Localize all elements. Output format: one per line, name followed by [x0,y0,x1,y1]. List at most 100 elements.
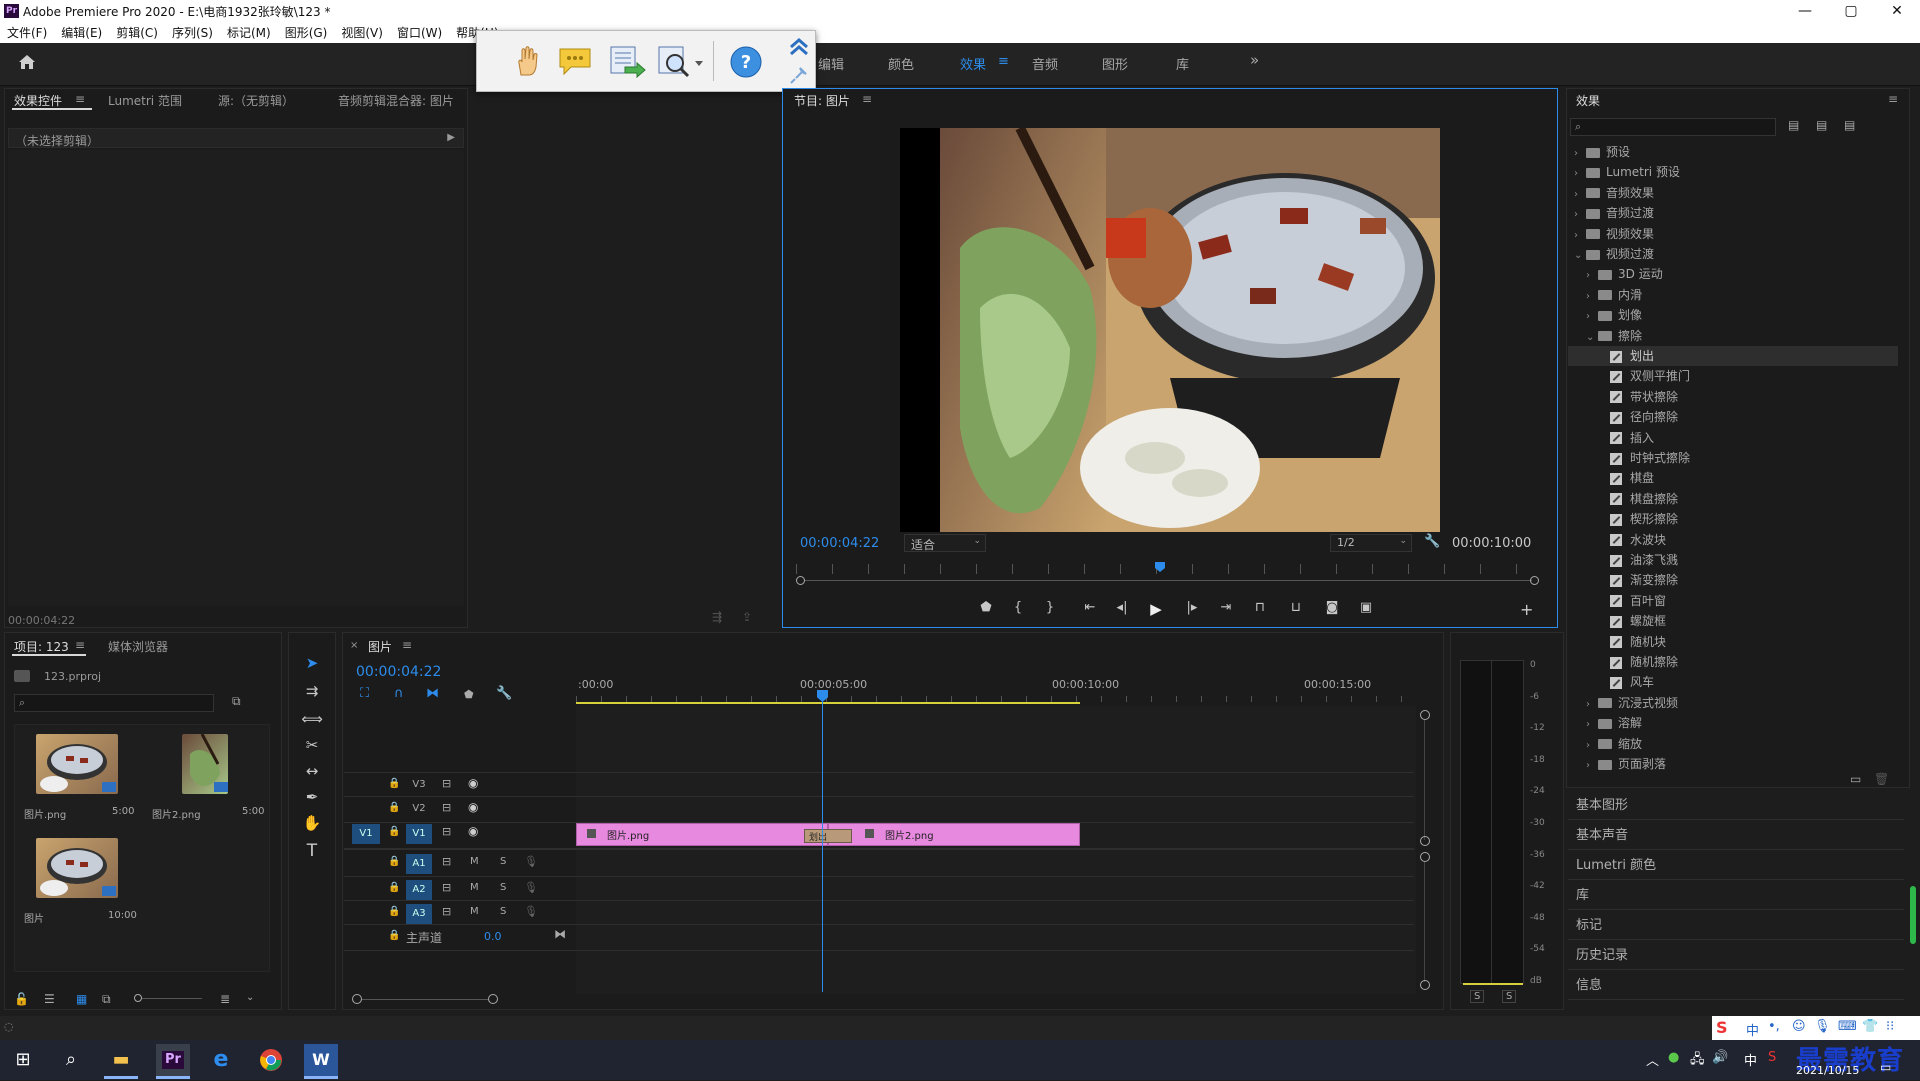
hscroll-track[interactable] [362,999,488,1000]
maximize-button[interactable]: ▢ [1828,0,1874,22]
effect-folder[interactable]: › 预设 [1568,142,1898,162]
workspace-tab-edit[interactable]: 编辑 [818,54,844,73]
close-tab-icon[interactable]: × [350,640,358,651]
effect-folder[interactable]: › 溶解 [1568,713,1898,733]
effect-item[interactable]: 双侧平推门 [1568,366,1898,386]
export-frame-icon[interactable]: ⇪ [742,610,752,624]
time-ruler[interactable]: :00:00 00:00:05:00 00:00:10:00 00:00:15:… [576,672,1416,706]
effect-item[interactable]: 楔形擦除 [1568,509,1898,529]
tab-audio-clip-mixer[interactable]: 音频剪辑混合器: 图片 [338,92,454,109]
panel-info[interactable]: 信息 [1568,972,1904,1000]
sync-lock-icon[interactable]: ⊟ [442,855,451,868]
lock-icon[interactable]: 🔒 [388,882,400,893]
panel-essential-graphics[interactable]: 基本图形 [1568,792,1904,820]
ime-mode[interactable]: 中 [1746,1020,1759,1039]
workspace-more-icon[interactable]: » [1250,51,1259,69]
effect-item[interactable]: 带状擦除 [1568,387,1898,407]
play-icon[interactable]: ▶ [1146,600,1166,618]
add-button-icon[interactable]: + [1520,600,1533,619]
home-icon[interactable] [18,54,36,70]
chevron-right-icon[interactable]: › [1586,287,1598,307]
sort-chevron-icon[interactable]: ⌄ [246,992,254,1003]
panel-libraries[interactable]: 库 [1568,882,1904,910]
chevron-right-icon[interactable]: › [1574,164,1586,184]
effect-item[interactable]: 径向擦除 [1568,407,1898,427]
lock-icon[interactable]: 🔓 [14,992,29,1006]
effect-item[interactable]: 随机块 [1568,632,1898,652]
sync-lock-icon[interactable]: ⊟ [442,825,451,838]
go-to-out-icon[interactable]: ⇥ [1216,600,1236,615]
effect-item[interactable]: 棋盘 [1568,468,1898,488]
effect-folder[interactable]: › 缩放 [1568,734,1898,754]
menu-graphics[interactable]: 图形(G) [285,24,328,41]
workspace-tab-libraries[interactable]: 库 [1176,54,1189,73]
ime-keyboard-icon[interactable]: ⌨ [1838,1019,1857,1034]
close-button[interactable]: ✕ [1874,0,1920,22]
program-timecode[interactable]: 00:00:04:22 [800,536,879,551]
collapse-up-icon[interactable] [787,35,811,59]
effect-item[interactable]: 棋盘擦除 [1568,489,1898,509]
workspace-menu-icon[interactable]: ≡ [998,54,1009,69]
panel-lumetri-color[interactable]: Lumetri 颜色 [1568,852,1904,880]
tab-lumetri-scopes[interactable]: Lumetri 范围 [108,92,182,109]
step-back-icon[interactable]: ◂| [1112,600,1132,615]
track-label[interactable]: V3 [406,776,432,794]
effects-search-input[interactable]: ⌕ [1570,118,1776,136]
vscroll-handle[interactable] [1420,710,1430,720]
project-menu-icon[interactable]: ≡ [75,638,85,652]
solo-right-button[interactable]: S [1502,990,1517,1003]
search-zoom-icon[interactable] [657,43,705,79]
scrub-start-handle[interactable] [796,576,805,585]
lock-icon[interactable]: 🔒 [388,802,400,813]
32bit-effects-icon[interactable]: ▤ [1816,118,1827,132]
windows-start-icon[interactable]: ⊞ [8,1046,38,1074]
timeline-timecode[interactable]: 00:00:04:22 [356,664,441,680]
solo-left-button[interactable]: S [1470,990,1485,1003]
volume-icon[interactable]: 🔊 [1712,1050,1728,1065]
effect-item[interactable]: 风车 [1568,672,1898,692]
effect-folder[interactable]: ⌄ 视频过渡 [1568,244,1898,264]
vscroll-track[interactable] [1424,720,1425,840]
extract-icon[interactable]: ⊔ [1286,600,1306,615]
menu-clip[interactable]: 剪辑(C) [116,24,158,41]
timeline-settings-icon[interactable]: 🔧 [496,686,512,701]
accelerated-effects-icon[interactable]: ▤ [1788,118,1799,132]
chevron-right-icon[interactable]: › [1586,695,1598,715]
sync-lock-icon[interactable]: ⊟ [442,905,451,918]
export-icon[interactable] [607,43,647,79]
effect-item[interactable]: 渐变擦除 [1568,570,1898,590]
premiere-taskbar-icon[interactable]: Pr [156,1044,190,1076]
chevron-right-icon[interactable]: › [1574,144,1586,164]
panel-essential-sound[interactable]: 基本声音 [1568,822,1904,850]
sort-icon[interactable]: ≣ [220,992,230,1006]
chevron-right-icon[interactable]: › [1586,715,1598,735]
vscroll-handle[interactable] [1420,980,1430,990]
effect-folder[interactable]: › 沉浸式视频 [1568,693,1898,713]
comment-icon[interactable] [557,45,593,77]
razor-tool-icon[interactable]: ✂ [300,734,324,756]
menu-view[interactable]: 视图(V) [341,24,383,41]
sogou-logo-icon[interactable]: S [1716,1018,1728,1037]
ime-menu-icon[interactable]: ⁝⁝ [1886,1019,1894,1034]
menu-file[interactable]: 文件(F) [7,24,47,41]
edge-icon[interactable]: e [206,1046,236,1074]
track-label[interactable]: A3 [406,904,432,924]
chevron-right-icon[interactable]: › [1586,307,1598,327]
pin-icon[interactable] [789,65,809,85]
effect-item[interactable]: 百叶窗 [1568,591,1898,611]
chevron-down-icon[interactable]: ⌄ [1586,328,1598,348]
solo-button[interactable]: S [500,856,506,867]
ripple-edit-tool-icon[interactable]: ⟺ [300,708,324,730]
type-tool-icon[interactable]: T [300,840,324,862]
compare-view-icon[interactable]: ▣ [1356,600,1376,615]
camera-icon[interactable]: ◙ [1322,600,1342,615]
timeline-tab[interactable]: 图片 [368,638,392,655]
new-bin-icon[interactable]: ⧉ [232,694,241,709]
hand-icon[interactable] [513,45,541,77]
freeform-view-icon[interactable]: ⧉ [102,992,111,1007]
chevron-right-icon[interactable]: › [1586,266,1598,286]
mark-out-icon[interactable]: } [1040,600,1060,615]
effect-item[interactable]: 插入 [1568,428,1898,448]
word-icon[interactable]: W [304,1044,338,1076]
step-forward-icon[interactable]: |▸ [1182,600,1202,615]
